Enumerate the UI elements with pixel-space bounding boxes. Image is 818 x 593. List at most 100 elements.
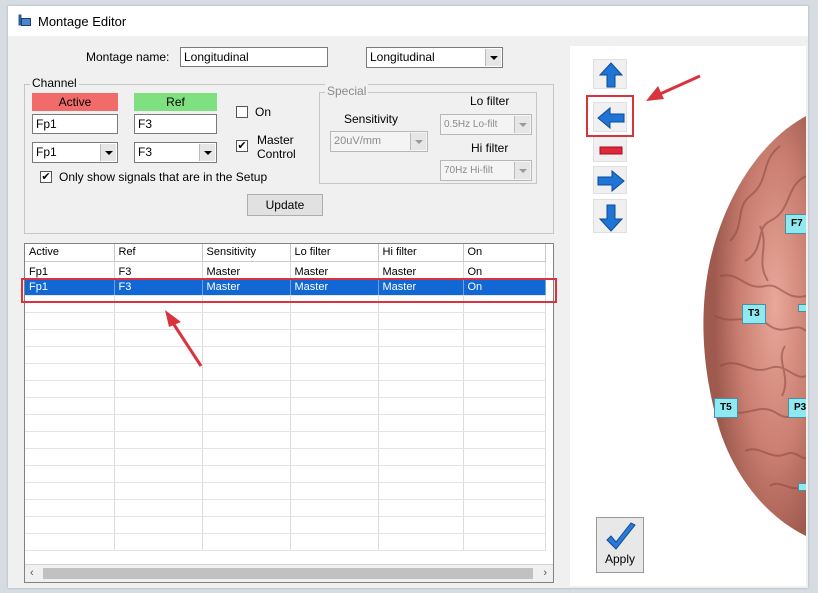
hi-filter-select[interactable]: 70Hz Hi-filt — [440, 160, 532, 181]
empty-table-row — [25, 397, 546, 415]
empty-table-cell — [202, 431, 291, 449]
empty-table-cell — [378, 499, 464, 517]
montage-select[interactable]: Longitudinal — [366, 47, 503, 68]
empty-table-cell — [202, 516, 291, 534]
chevron-down-icon[interactable] — [514, 116, 530, 133]
table-cell: Master — [290, 261, 379, 279]
empty-table-cell — [290, 346, 379, 364]
empty-table-cell — [378, 312, 464, 330]
move-down-button[interactable] — [593, 199, 627, 233]
empty-table-cell — [202, 312, 291, 330]
active-input[interactable]: Fp1 — [32, 114, 118, 134]
empty-table-row — [25, 448, 546, 466]
active-select[interactable]: Fp1 — [32, 142, 118, 163]
empty-table-row — [25, 431, 546, 449]
horizontal-scrollbar[interactable]: ‹ › — [25, 564, 553, 582]
empty-table-cell — [378, 533, 464, 551]
arrow-down-icon — [598, 204, 624, 232]
empty-table-cell — [290, 482, 379, 500]
column-header-hi-filter[interactable]: Hi filter — [378, 244, 464, 262]
montage-editor-icon — [18, 14, 31, 26]
ref-select[interactable]: F3 — [134, 142, 217, 163]
empty-table-cell — [25, 499, 115, 517]
empty-table-cell — [378, 516, 464, 534]
ref-select-value: F3 — [138, 145, 153, 159]
scrollbar-thumb[interactable] — [43, 568, 533, 579]
empty-table-cell — [463, 448, 546, 466]
empty-table-row — [25, 414, 546, 432]
scroll-right-icon[interactable]: › — [543, 567, 547, 579]
empty-table-row — [25, 482, 546, 500]
scroll-left-icon[interactable]: ‹ — [30, 567, 34, 579]
ref-input[interactable]: F3 — [134, 114, 217, 134]
empty-table-cell — [378, 482, 464, 500]
empty-table-cell — [114, 346, 203, 364]
lo-filter-label: Lo filter — [470, 94, 510, 108]
table-cell: F3 — [114, 261, 203, 279]
empty-table-cell — [25, 329, 115, 347]
electrode-t3[interactable]: T3 — [742, 304, 766, 324]
empty-table-cell — [202, 329, 291, 347]
empty-table-cell — [378, 363, 464, 381]
electrode-partial[interactable] — [798, 483, 806, 491]
selected-row-highlight-box — [21, 278, 557, 303]
empty-table-cell — [463, 414, 546, 432]
column-header-active[interactable]: Active — [25, 244, 115, 262]
table-header-row: Active Ref Sensitivity Lo filter Hi filt… — [25, 244, 546, 262]
electrode-p3[interactable]: P3 — [788, 398, 806, 418]
empty-table-cell — [202, 414, 291, 432]
empty-table-cell — [25, 431, 115, 449]
electrode-t5[interactable]: T5 — [714, 398, 738, 418]
empty-table-cell — [202, 499, 291, 517]
lo-filter-select[interactable]: 0.5Hz Lo-filt — [440, 114, 532, 135]
empty-table-cell — [25, 363, 115, 381]
electrode-partial[interactable] — [798, 304, 806, 312]
table-row[interactable]: Fp1 F3 Master Master Master On — [25, 261, 546, 279]
empty-table-cell — [114, 516, 203, 534]
empty-table-cell — [202, 380, 291, 398]
move-right-button[interactable] — [593, 166, 627, 194]
chevron-down-icon[interactable] — [410, 133, 426, 150]
move-up-button[interactable] — [593, 59, 627, 89]
apply-button-label: Apply — [604, 552, 636, 566]
empty-table-cell — [463, 482, 546, 500]
column-header-sensitivity[interactable]: Sensitivity — [202, 244, 291, 262]
empty-table-cell — [290, 533, 379, 551]
empty-table-row — [25, 346, 546, 364]
remove-button[interactable] — [593, 136, 627, 162]
empty-table-cell — [463, 465, 546, 483]
empty-table-cell — [290, 312, 379, 330]
empty-table-cell — [463, 516, 546, 534]
empty-table-cell — [378, 397, 464, 415]
column-header-ref[interactable]: Ref — [114, 244, 203, 262]
only-show-setup-checkbox[interactable]: ✔ — [40, 171, 52, 183]
update-button[interactable]: Update — [247, 194, 323, 216]
electrode-f7[interactable]: F7 — [785, 214, 806, 234]
only-show-setup-label: Only show signals that are in the Setup — [59, 170, 268, 184]
chevron-down-icon[interactable] — [100, 144, 116, 161]
empty-table-row — [25, 363, 546, 381]
chevron-down-icon[interactable] — [485, 49, 501, 66]
sensitivity-select[interactable]: 20uV/mm — [330, 131, 428, 152]
chevron-down-icon[interactable] — [199, 144, 215, 161]
empty-table-row — [25, 312, 546, 330]
checkmark-icon — [606, 522, 636, 550]
empty-table-cell — [25, 448, 115, 466]
on-checkbox[interactable] — [236, 106, 248, 118]
empty-table-cell — [25, 397, 115, 415]
master-control-label-line1: Master — [257, 133, 294, 147]
master-control-checkbox[interactable]: ✔ — [236, 140, 248, 152]
montage-name-input[interactable]: Longitudinal — [180, 47, 328, 67]
table-cell: Fp1 — [25, 261, 115, 279]
empty-table-cell — [114, 482, 203, 500]
apply-button[interactable]: Apply — [596, 517, 644, 573]
column-header-on[interactable]: On — [463, 244, 546, 262]
empty-table-cell — [290, 465, 379, 483]
chevron-down-icon[interactable] — [514, 162, 530, 179]
column-header-lo-filter[interactable]: Lo filter — [290, 244, 379, 262]
empty-table-cell — [463, 312, 546, 330]
empty-table-cell — [114, 363, 203, 381]
table-cell: Master — [378, 261, 464, 279]
empty-table-cell — [463, 431, 546, 449]
empty-table-cell — [25, 346, 115, 364]
